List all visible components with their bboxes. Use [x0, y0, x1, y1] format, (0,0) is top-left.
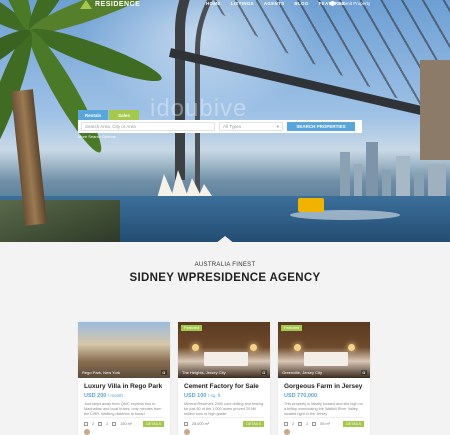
- area-icon: [112, 422, 117, 426]
- main-menu: HOME LISTINGS AGENTS BLOG FEATURES: [206, 1, 345, 6]
- property-meta: 2 2 150 m² DETAILS: [84, 417, 164, 427]
- more-search-options-link[interactable]: More Search Options: [78, 134, 362, 139]
- property-card[interactable]: Rego Park, New York ◘ Luxury Villa in Re…: [78, 322, 170, 435]
- property-description: Mineral Reserves 2000 core drilling and …: [184, 402, 264, 416]
- search-form: Search Area, City or Area All Types ▾ SE…: [78, 120, 362, 133]
- property-card[interactable]: Featured Greenville, Jersey City ◘ Gorge…: [278, 322, 370, 435]
- bed-icon: [84, 422, 88, 426]
- property-meta: 2 2 55 m² DETAILS: [284, 417, 364, 427]
- property-photo[interactable]: Featured The Heights, Jersey City ◘: [178, 322, 270, 378]
- property-meta: 28,000 m² DETAILS: [184, 417, 264, 427]
- section-title: SIDNEY WPRESIDENCE AGENCY: [129, 272, 321, 284]
- property-cards: Rego Park, New York ◘ Luxury Villa in Re…: [78, 322, 370, 435]
- property-photo[interactable]: Rego Park, New York ◘: [78, 322, 170, 378]
- avatar[interactable]: [284, 429, 290, 435]
- area-icon: [312, 422, 317, 426]
- menu-item-listings[interactable]: LISTINGS: [231, 1, 254, 6]
- ferry: [298, 198, 324, 212]
- tab-sales[interactable]: Sales: [109, 110, 139, 120]
- camera-icon: ◘: [160, 370, 167, 375]
- tab-rentals[interactable]: Rentals: [78, 110, 108, 120]
- house-logo-icon: [80, 0, 92, 9]
- type-select[interactable]: All Types ▾: [219, 122, 283, 131]
- property-location: Greenville, Jersey City: [282, 370, 323, 375]
- bath-icon: [98, 422, 103, 426]
- search-button[interactable]: SEARCH PROPERTIES: [287, 122, 355, 131]
- bath-icon: [298, 422, 303, 426]
- area-icon: [184, 422, 188, 426]
- featured-badge: Featured: [281, 325, 303, 331]
- property-description: This property is ideally located and sit…: [284, 402, 363, 416]
- chevron-down-icon: ▾: [276, 123, 279, 129]
- property-description: Just steps away from QMC express bus to …: [84, 402, 162, 416]
- property-location: The Heights, Jersey City: [182, 370, 226, 375]
- property-price: USD 100 / sq. ft.: [184, 393, 222, 399]
- property-location: Rego Park, New York: [82, 370, 121, 375]
- property-photo[interactable]: Featured Greenville, Jersey City ◘: [278, 322, 370, 378]
- avatar[interactable]: [84, 429, 90, 435]
- bed-icon: [284, 422, 288, 426]
- camera-icon: ◘: [360, 370, 367, 375]
- property-price: USD 200 / month: [84, 393, 123, 399]
- property-price: USD 770,000: [284, 393, 318, 399]
- location-input[interactable]: Search Area, City or Area: [81, 122, 215, 131]
- menu-item-agents[interactable]: AGENTS: [264, 1, 285, 6]
- details-button[interactable]: DETAILS: [243, 421, 264, 427]
- section-eyebrow: AUSTRALIA FINEST: [194, 262, 256, 268]
- logo[interactable]: RESIDENCE: [80, 0, 140, 9]
- featured-badge: Featured: [181, 325, 203, 331]
- property-title[interactable]: Gorgeous Farm in Jersey: [284, 383, 364, 390]
- menu-item-blog[interactable]: BLOG: [294, 1, 308, 6]
- details-button[interactable]: DETAILS: [343, 421, 364, 427]
- property-card[interactable]: Featured The Heights, Jersey City ◘ Ceme…: [178, 322, 270, 435]
- search-tabs: Rentals Sales: [78, 110, 362, 120]
- details-button[interactable]: DETAILS: [143, 421, 164, 427]
- camera-icon: ◘: [260, 370, 267, 375]
- property-title[interactable]: Cement Factory for Sale: [184, 383, 264, 390]
- top-navigation: RESIDENCE HOME LISTINGS AGENTS BLOG FEAT…: [0, 0, 450, 18]
- avatar[interactable]: [184, 429, 190, 435]
- menu-item-home[interactable]: HOME: [206, 1, 221, 6]
- property-title[interactable]: Luxury Villa in Rego Park: [84, 383, 164, 390]
- user-icon: [330, 1, 335, 6]
- property-search: Rentals Sales Search Area, City or Area …: [78, 110, 362, 139]
- city-skyline: [300, 140, 450, 200]
- submit-property-link[interactable]: Submit Property: [330, 1, 370, 6]
